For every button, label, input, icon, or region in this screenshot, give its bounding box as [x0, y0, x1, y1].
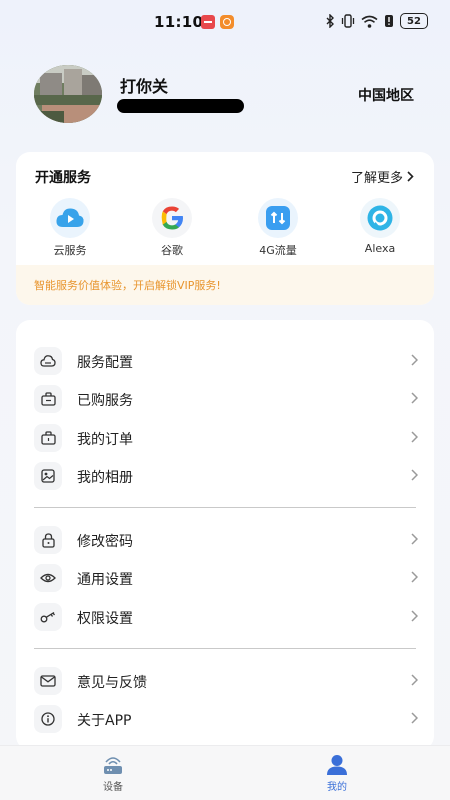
eye-icon	[34, 564, 62, 592]
redacted-account-id	[117, 99, 244, 113]
divider	[34, 507, 416, 508]
chevron-right-icon	[407, 171, 414, 182]
chevron-right-icon	[411, 610, 418, 622]
services-title: 开通服务	[35, 170, 91, 186]
username: 打你关	[120, 77, 169, 96]
purchased-bag-icon	[34, 385, 62, 413]
service-label: Alexa	[364, 242, 396, 255]
menu-item-about-app[interactable]: 关于APP	[16, 700, 434, 738]
nav-label-mine: 我的	[327, 782, 347, 793]
menu-label: 权限设置	[77, 611, 133, 627]
nav-tab-mine[interactable]: 我的	[307, 754, 367, 793]
album-icon	[34, 462, 62, 490]
chevron-right-icon	[411, 469, 418, 481]
info-icon	[34, 705, 62, 733]
menu-item-change-password[interactable]: 修改密码	[16, 521, 434, 559]
chevron-right-icon	[411, 712, 418, 724]
service-cloud[interactable]: 云服务	[30, 198, 110, 258]
vip-banner-text: 智能服务价值体验，开启解锁VIP服务!	[34, 279, 221, 292]
menu-item-feedback[interactable]: 意见与反馈	[16, 662, 434, 700]
bottom-nav: 设备 我的	[0, 745, 450, 800]
nav-label-devices: 设备	[103, 782, 123, 793]
user-icon	[327, 755, 347, 775]
menu-item-general-settings[interactable]: 通用设置	[16, 559, 434, 597]
chevron-right-icon	[411, 354, 418, 366]
menu-item-permission-settings[interactable]: 权限设置	[16, 598, 434, 636]
menu-label: 我的订单	[77, 432, 133, 448]
chevron-right-icon	[411, 392, 418, 404]
service-label: 4G流量	[259, 244, 297, 257]
bluetooth-icon	[326, 14, 334, 28]
services-card: 开通服务 了解更多 云服务 谷歌 4G流量 Alexa 智能服务价值体验，开启解…	[16, 152, 434, 305]
service-label: 云服务	[53, 244, 87, 257]
notification-app-icon-2	[220, 15, 234, 29]
notification-app-icon	[201, 15, 215, 29]
status-time: 11:10	[154, 13, 204, 31]
menu-label: 通用设置	[77, 572, 133, 588]
alexa-icon	[360, 198, 400, 238]
service-google[interactable]: 谷歌	[132, 198, 212, 258]
vibrate-icon	[341, 14, 355, 28]
menu-label: 意见与反馈	[77, 675, 147, 691]
status-bar: 11:10 52	[0, 0, 450, 44]
learn-more-label: 了解更多	[350, 171, 403, 186]
service-alexa[interactable]: Alexa	[340, 198, 420, 255]
avatar[interactable]	[34, 65, 102, 123]
4g-data-icon	[258, 198, 298, 238]
status-icons: 52	[326, 13, 428, 29]
menu-item-my-orders[interactable]: 我的订单	[16, 419, 434, 457]
menu-item-purchased-services[interactable]: 已购服务	[16, 380, 434, 418]
order-bag-icon	[34, 424, 62, 452]
chevron-right-icon	[411, 674, 418, 686]
service-label: 谷歌	[161, 244, 183, 257]
menu-card: 服务配置 已购服务 我的订单 我的相册 修改密码 通用设置 权限设置 意见与反馈…	[16, 320, 434, 750]
menu-label: 已购服务	[77, 393, 133, 409]
menu-label: 关于APP	[77, 713, 132, 729]
key-icon	[34, 603, 62, 631]
menu-label: 我的相册	[77, 470, 133, 486]
battery-indicator: 52	[400, 13, 428, 29]
service-4g[interactable]: 4G流量	[238, 198, 318, 258]
lock-icon	[34, 526, 62, 554]
chevron-right-icon	[411, 533, 418, 545]
cloud-play-icon	[50, 198, 90, 238]
learn-more-link[interactable]: 了解更多	[351, 167, 414, 186]
divider	[34, 648, 416, 649]
chevron-right-icon	[411, 571, 418, 583]
cloud-config-icon	[34, 347, 62, 375]
chevron-right-icon	[411, 431, 418, 443]
menu-label: 服务配置	[77, 355, 133, 371]
router-icon	[104, 757, 122, 774]
menu-label: 修改密码	[77, 534, 133, 550]
menu-item-service-config[interactable]: 服务配置	[16, 342, 434, 380]
mail-icon	[34, 667, 62, 695]
menu-item-my-album[interactable]: 我的相册	[16, 457, 434, 495]
wifi-icon	[361, 15, 378, 28]
nav-tab-devices[interactable]: 设备	[83, 754, 143, 793]
alert-icon	[385, 15, 393, 27]
vip-banner[interactable]: 智能服务价值体验，开启解锁VIP服务!	[16, 265, 434, 305]
google-icon	[152, 198, 192, 238]
region-selector[interactable]: 中国地区	[358, 85, 414, 105]
